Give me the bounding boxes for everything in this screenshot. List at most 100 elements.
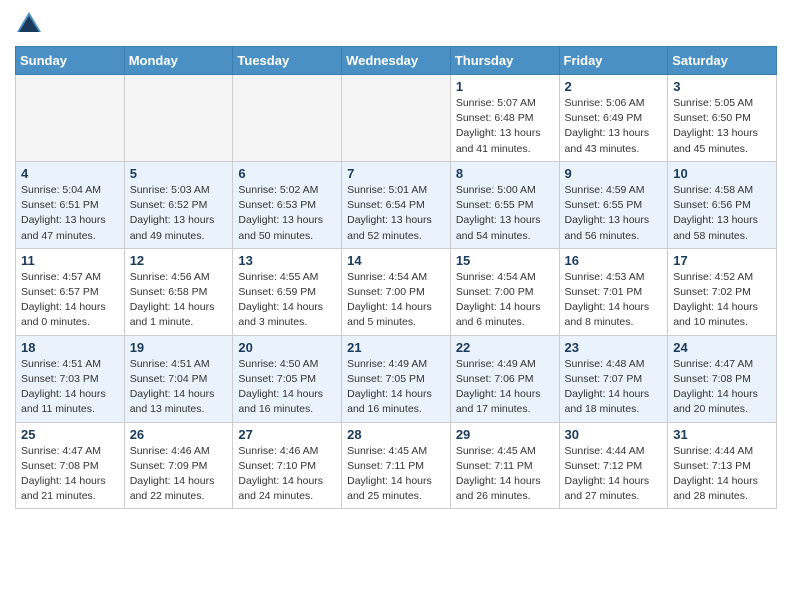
day-info: Sunrise: 5:07 AMSunset: 6:48 PMDaylight:… bbox=[456, 96, 554, 157]
calendar-table: SundayMondayTuesdayWednesdayThursdayFrid… bbox=[15, 46, 777, 509]
day-info: Sunrise: 4:45 AMSunset: 7:11 PMDaylight:… bbox=[347, 444, 445, 505]
calendar-cell: 28 Sunrise: 4:45 AMSunset: 7:11 PMDayligh… bbox=[342, 422, 451, 509]
day-info: Sunrise: 4:56 AMSunset: 6:58 PMDaylight:… bbox=[130, 270, 228, 331]
day-info: Sunrise: 4:45 AMSunset: 7:11 PMDaylight:… bbox=[456, 444, 554, 505]
calendar-cell: 4 Sunrise: 5:04 AMSunset: 6:51 PMDaylight… bbox=[16, 161, 125, 248]
calendar-cell: 21 Sunrise: 4:49 AMSunset: 7:05 PMDayligh… bbox=[342, 335, 451, 422]
logo-icon bbox=[15, 10, 43, 38]
calendar-cell: 8Sunrise: 5:00 AMSunset: 6:55 PMDaylight… bbox=[450, 161, 559, 248]
day-number: 10 bbox=[673, 166, 771, 181]
weekday-header-saturday: Saturday bbox=[668, 47, 777, 75]
day-number: 24 bbox=[673, 340, 771, 355]
weekday-header-friday: Friday bbox=[559, 47, 668, 75]
calendar-cell: 5Sunrise: 5:03 AMSunset: 6:52 PMDaylight… bbox=[124, 161, 233, 248]
weekday-header-monday: Monday bbox=[124, 47, 233, 75]
day-number: 6 bbox=[238, 166, 336, 181]
day-info: Sunrise: 4:46 AMSunset: 7:10 PMDaylight:… bbox=[238, 444, 336, 505]
day-info: Sunrise: 4:48 AMSunset: 7:07 PMDaylight:… bbox=[565, 357, 663, 418]
calendar-cell: 9Sunrise: 4:59 AMSunset: 6:55 PMDaylight… bbox=[559, 161, 668, 248]
weekday-header-thursday: Thursday bbox=[450, 47, 559, 75]
day-info: Sunrise: 4:58 AMSunset: 6:56 PMDaylight:… bbox=[673, 183, 771, 244]
day-number: 15 bbox=[456, 253, 554, 268]
day-info: Sunrise: 4:54 AMSunset: 7:00 PMDaylight:… bbox=[347, 270, 445, 331]
weekday-header-wednesday: Wednesday bbox=[342, 47, 451, 75]
weekday-header-row: SundayMondayTuesdayWednesdayThursdayFrid… bbox=[16, 47, 777, 75]
day-number: 23 bbox=[565, 340, 663, 355]
day-number: 7 bbox=[347, 166, 445, 181]
calendar-cell: 14 Sunrise: 4:54 AMSunset: 7:00 PMDayligh… bbox=[342, 248, 451, 335]
day-number: 22 bbox=[456, 340, 554, 355]
day-info: Sunrise: 4:49 AMSunset: 7:06 PMDaylight:… bbox=[456, 357, 554, 418]
day-info: Sunrise: 5:00 AMSunset: 6:55 PMDaylight:… bbox=[456, 183, 554, 244]
day-info: Sunrise: 4:47 AMSunset: 7:08 PMDaylight:… bbox=[673, 357, 771, 418]
calendar-cell: 24 Sunrise: 4:47 AMSunset: 7:08 PMDayligh… bbox=[668, 335, 777, 422]
day-number: 20 bbox=[238, 340, 336, 355]
day-number: 30 bbox=[565, 427, 663, 442]
calendar-cell: 3Sunrise: 5:05 AMSunset: 6:50 PMDaylight… bbox=[668, 75, 777, 162]
day-info: Sunrise: 4:47 AMSunset: 7:08 PMDaylight:… bbox=[21, 444, 119, 505]
day-info: Sunrise: 4:51 AMSunset: 7:03 PMDaylight:… bbox=[21, 357, 119, 418]
header bbox=[15, 10, 777, 38]
calendar-cell: 10 Sunrise: 4:58 AMSunset: 6:56 PMDayligh… bbox=[668, 161, 777, 248]
day-number: 12 bbox=[130, 253, 228, 268]
calendar-cell: 13 Sunrise: 4:55 AMSunset: 6:59 PMDayligh… bbox=[233, 248, 342, 335]
day-number: 21 bbox=[347, 340, 445, 355]
day-number: 31 bbox=[673, 427, 771, 442]
calendar-cell: 29 Sunrise: 4:45 AMSunset: 7:11 PMDayligh… bbox=[450, 422, 559, 509]
day-number: 2 bbox=[565, 79, 663, 94]
calendar-cell bbox=[124, 75, 233, 162]
calendar-cell: 7 Sunrise: 5:01 AMSunset: 6:54 PMDaylight… bbox=[342, 161, 451, 248]
day-number: 13 bbox=[238, 253, 336, 268]
calendar-cell bbox=[233, 75, 342, 162]
day-info: Sunrise: 4:55 AMSunset: 6:59 PMDaylight:… bbox=[238, 270, 336, 331]
day-number: 11 bbox=[21, 253, 119, 268]
day-info: Sunrise: 4:53 AMSunset: 7:01 PMDaylight:… bbox=[565, 270, 663, 331]
week-row-2: 4 Sunrise: 5:04 AMSunset: 6:51 PMDaylight… bbox=[16, 161, 777, 248]
day-number: 29 bbox=[456, 427, 554, 442]
day-info: Sunrise: 4:49 AMSunset: 7:05 PMDaylight:… bbox=[347, 357, 445, 418]
day-number: 28 bbox=[347, 427, 445, 442]
calendar-cell: 27 Sunrise: 4:46 AMSunset: 7:10 PMDayligh… bbox=[233, 422, 342, 509]
day-number: 19 bbox=[130, 340, 228, 355]
day-number: 16 bbox=[565, 253, 663, 268]
calendar-cell bbox=[16, 75, 125, 162]
week-row-5: 25 Sunrise: 4:47 AMSunset: 7:08 PMDayligh… bbox=[16, 422, 777, 509]
logo bbox=[15, 10, 47, 38]
weekday-header-sunday: Sunday bbox=[16, 47, 125, 75]
day-number: 5 bbox=[130, 166, 228, 181]
calendar-cell: 2 Sunrise: 5:06 AMSunset: 6:49 PMDaylight… bbox=[559, 75, 668, 162]
calendar-cell: 16 Sunrise: 4:53 AMSunset: 7:01 PMDayligh… bbox=[559, 248, 668, 335]
day-info: Sunrise: 5:06 AMSunset: 6:49 PMDaylight:… bbox=[565, 96, 663, 157]
calendar-cell: 1 Sunrise: 5:07 AMSunset: 6:48 PMDaylight… bbox=[450, 75, 559, 162]
day-info: Sunrise: 5:04 AMSunset: 6:51 PMDaylight:… bbox=[21, 183, 119, 244]
day-number: 18 bbox=[21, 340, 119, 355]
calendar-cell: 25 Sunrise: 4:47 AMSunset: 7:08 PMDayligh… bbox=[16, 422, 125, 509]
day-info: Sunrise: 5:02 AMSunset: 6:53 PMDaylight:… bbox=[238, 183, 336, 244]
calendar-cell: 19Sunrise: 4:51 AMSunset: 7:04 PMDayligh… bbox=[124, 335, 233, 422]
day-info: Sunrise: 4:46 AMSunset: 7:09 PMDaylight:… bbox=[130, 444, 228, 505]
day-info: Sunrise: 5:01 AMSunset: 6:54 PMDaylight:… bbox=[347, 183, 445, 244]
day-number: 27 bbox=[238, 427, 336, 442]
day-number: 1 bbox=[456, 79, 554, 94]
calendar-cell: 6 Sunrise: 5:02 AMSunset: 6:53 PMDaylight… bbox=[233, 161, 342, 248]
calendar-cell: 26Sunrise: 4:46 AMSunset: 7:09 PMDayligh… bbox=[124, 422, 233, 509]
calendar-cell: 17Sunrise: 4:52 AMSunset: 7:02 PMDayligh… bbox=[668, 248, 777, 335]
day-number: 14 bbox=[347, 253, 445, 268]
day-info: Sunrise: 4:44 AMSunset: 7:13 PMDaylight:… bbox=[673, 444, 771, 505]
calendar-cell: 18 Sunrise: 4:51 AMSunset: 7:03 PMDayligh… bbox=[16, 335, 125, 422]
calendar-cell: 12 Sunrise: 4:56 AMSunset: 6:58 PMDayligh… bbox=[124, 248, 233, 335]
week-row-1: 1 Sunrise: 5:07 AMSunset: 6:48 PMDaylight… bbox=[16, 75, 777, 162]
day-number: 4 bbox=[21, 166, 119, 181]
week-row-4: 18 Sunrise: 4:51 AMSunset: 7:03 PMDayligh… bbox=[16, 335, 777, 422]
calendar-cell: 20Sunrise: 4:50 AMSunset: 7:05 PMDayligh… bbox=[233, 335, 342, 422]
calendar-cell bbox=[342, 75, 451, 162]
day-info: Sunrise: 4:44 AMSunset: 7:12 PMDaylight:… bbox=[565, 444, 663, 505]
day-number: 25 bbox=[21, 427, 119, 442]
day-number: 3 bbox=[673, 79, 771, 94]
weekday-header-tuesday: Tuesday bbox=[233, 47, 342, 75]
day-info: Sunrise: 4:59 AMSunset: 6:55 PMDaylight:… bbox=[565, 183, 663, 244]
day-info: Sunrise: 4:57 AMSunset: 6:57 PMDaylight:… bbox=[21, 270, 119, 331]
calendar-cell: 11 Sunrise: 4:57 AMSunset: 6:57 PMDayligh… bbox=[16, 248, 125, 335]
calendar-cell: 23 Sunrise: 4:48 AMSunset: 7:07 PMDayligh… bbox=[559, 335, 668, 422]
calendar-cell: 22 Sunrise: 4:49 AMSunset: 7:06 PMDayligh… bbox=[450, 335, 559, 422]
